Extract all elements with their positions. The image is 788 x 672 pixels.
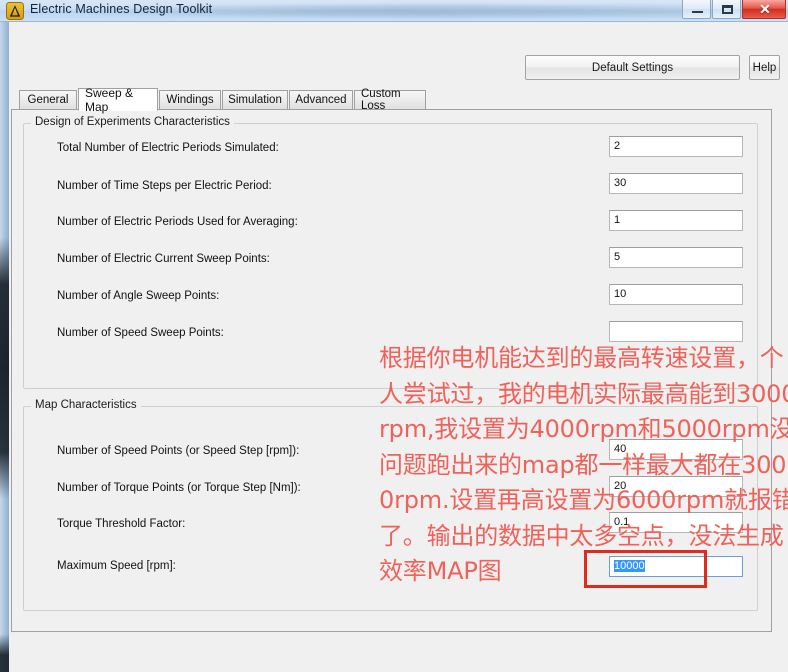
periods-for-averaging-input[interactable]: 1 (609, 210, 743, 231)
group-title-map: Map Characteristics (31, 399, 141, 411)
tab-label: Advanced (295, 94, 347, 106)
minimize-button[interactable] (682, 0, 711, 19)
tab-advanced[interactable]: Advanced (289, 90, 353, 110)
speed-sweep-points-input[interactable] (609, 321, 743, 342)
tab-general[interactable]: General (19, 90, 77, 110)
tab-simulation[interactable]: Simulation (222, 90, 288, 110)
angle-sweep-points-input[interactable]: 10 (609, 284, 743, 305)
total-electric-periods-label: Total Number of Electric Periods Simulat… (57, 142, 279, 154)
default-settings-button[interactable]: Default Settings (525, 55, 740, 80)
tab-windings[interactable]: Windings (159, 90, 221, 110)
tab-strip: General Sweep & Map Windings Simulation Adva… (11, 85, 771, 114)
close-button[interactable]: ✕ (742, 0, 786, 19)
selected-text: 10000 (614, 560, 645, 572)
tab-label: General (27, 94, 69, 106)
tab-label: Sweep & Map (85, 85, 134, 114)
minimize-icon (692, 11, 703, 13)
torque-threshold-factor-input[interactable]: 0.1 (609, 512, 743, 533)
angle-sweep-points-label: Number of Angle Sweep Points: (57, 290, 220, 302)
torque-points-label: Number of Torque Points (or Torque Step … (57, 482, 301, 494)
group-map-characteristics: Map Characteristics (23, 399, 758, 611)
close-icon: ✕ (759, 1, 771, 17)
group-title-doe: Design of Experiments Characteristics (31, 116, 234, 128)
current-sweep-points-label: Number of Electric Current Sweep Points: (57, 253, 270, 265)
window-title: Electric Machines Design Toolkit (30, 2, 213, 16)
speed-points-input[interactable]: 40 (609, 439, 743, 460)
left-edge-shadow-upper (0, 237, 9, 499)
torque-threshold-factor-label: Torque Threshold Factor: (57, 518, 186, 530)
help-button[interactable]: Help (749, 55, 780, 80)
current-sweep-points-input[interactable]: 5 (609, 247, 743, 268)
left-edge-shadow-lower (0, 634, 9, 672)
bottom-button-bar: Run Update Cancel simol西蒙论坛 (9, 632, 788, 672)
speed-sweep-points-label: Number of Speed Sweep Points: (57, 327, 224, 339)
main-panel: Default Settings Help General Sweep & Map… (9, 23, 788, 672)
total-electric-periods-input[interactable]: 2 (609, 136, 743, 157)
window-left-edge (0, 22, 9, 672)
torque-points-input[interactable]: 20 (609, 476, 743, 497)
tab-label: Simulation (228, 94, 282, 106)
time-steps-per-period-input[interactable]: 30 (609, 173, 743, 194)
periods-for-averaging-label: Number of Electric Periods Used for Aver… (57, 216, 298, 228)
tab-custom-loss[interactable]: Custom Loss (354, 88, 426, 112)
matlab-triangle-icon (6, 2, 24, 20)
speed-points-label: Number of Speed Points (or Speed Step [r… (57, 445, 300, 457)
title-bar: Electric Machines Design Toolkit ✕ (0, 0, 788, 22)
tab-content-sweep-and-map: Design of Experiments Characteristics Ma… (11, 109, 788, 632)
tab-sweep-map[interactable]: Sweep & Map (78, 85, 158, 114)
time-steps-per-period-label: Number of Time Steps per Electric Period… (57, 180, 272, 192)
maximize-button[interactable] (712, 0, 741, 19)
tab-label: Windings (166, 94, 214, 106)
window-controls: ✕ (681, 0, 786, 19)
maximum-speed-input[interactable]: 10000 (609, 556, 743, 577)
application-window: Electric Machines Design Toolkit ✕ Defau… (0, 0, 788, 672)
maximize-icon (722, 5, 733, 14)
maximum-speed-label: Maximum Speed [rpm]: (57, 560, 176, 572)
